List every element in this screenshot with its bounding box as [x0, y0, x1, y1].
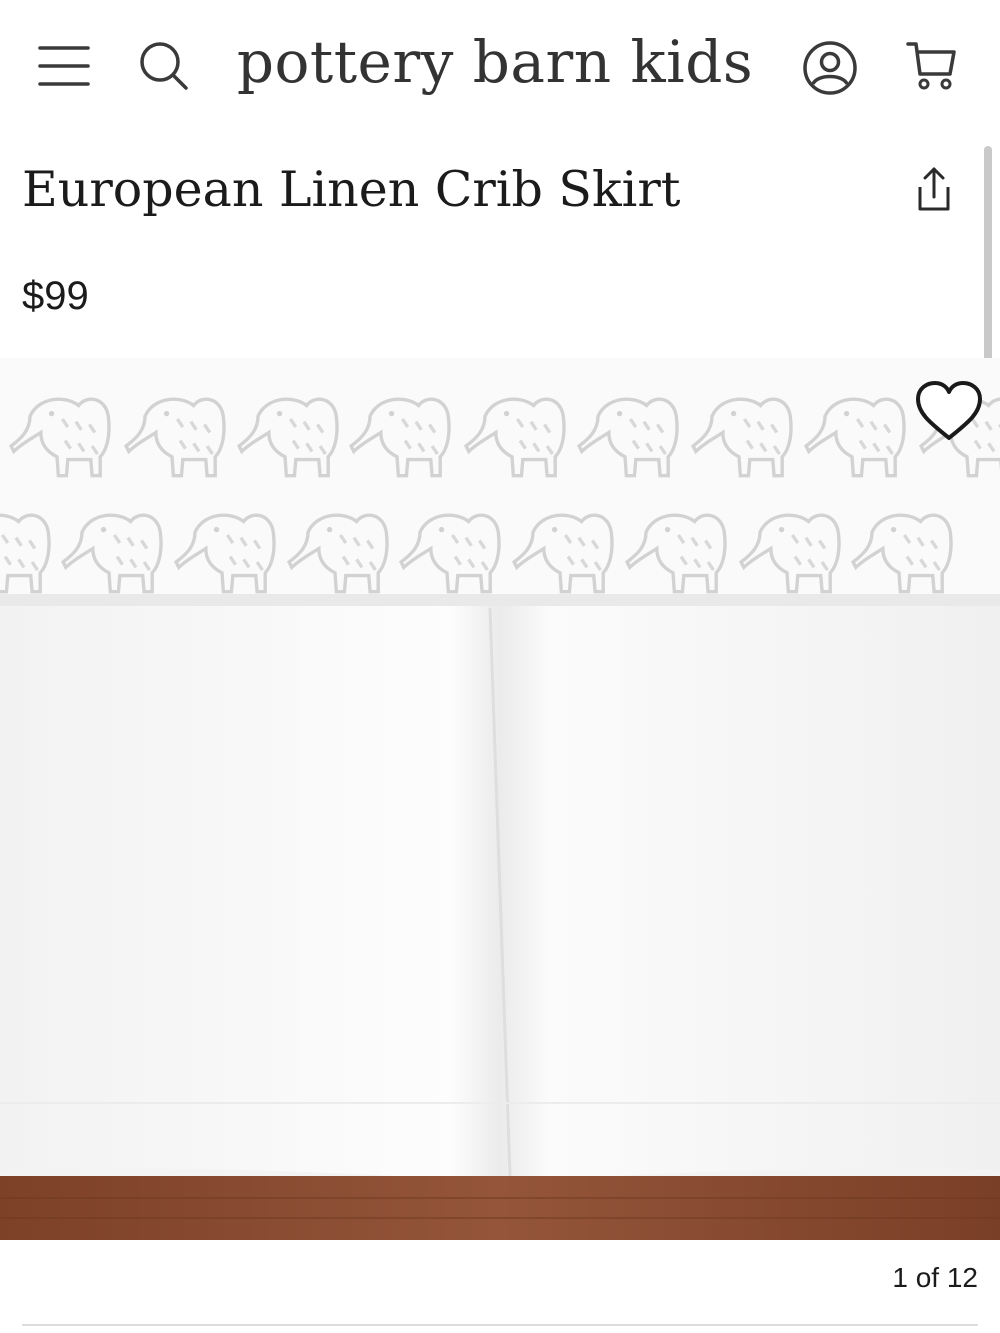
search-button[interactable] — [136, 38, 190, 92]
cart-button[interactable] — [904, 38, 960, 94]
search-icon — [140, 42, 188, 90]
hamburger-menu-icon — [38, 46, 90, 86]
favorite-button[interactable] — [912, 378, 986, 444]
product-price: $99 — [22, 274, 89, 318]
share-button[interactable] — [906, 165, 962, 217]
account-icon — [803, 41, 857, 95]
image-counter: 1 of 12 — [892, 1262, 978, 1293]
product-image-carousel[interactable] — [0, 358, 1000, 1240]
heart-icon — [916, 381, 982, 440]
divider — [22, 1324, 978, 1326]
scrollbar[interactable] — [984, 146, 992, 376]
product-image — [0, 358, 1000, 1240]
product-title: European Linen Crib Skirt — [22, 161, 681, 218]
menu-button[interactable] — [36, 40, 92, 92]
account-button[interactable] — [800, 38, 860, 98]
site-header: pottery barn kids — [0, 0, 1000, 130]
brand-logo[interactable]: pottery barn kids — [230, 22, 760, 102]
share-icon — [918, 167, 950, 211]
cart-icon — [906, 42, 956, 90]
